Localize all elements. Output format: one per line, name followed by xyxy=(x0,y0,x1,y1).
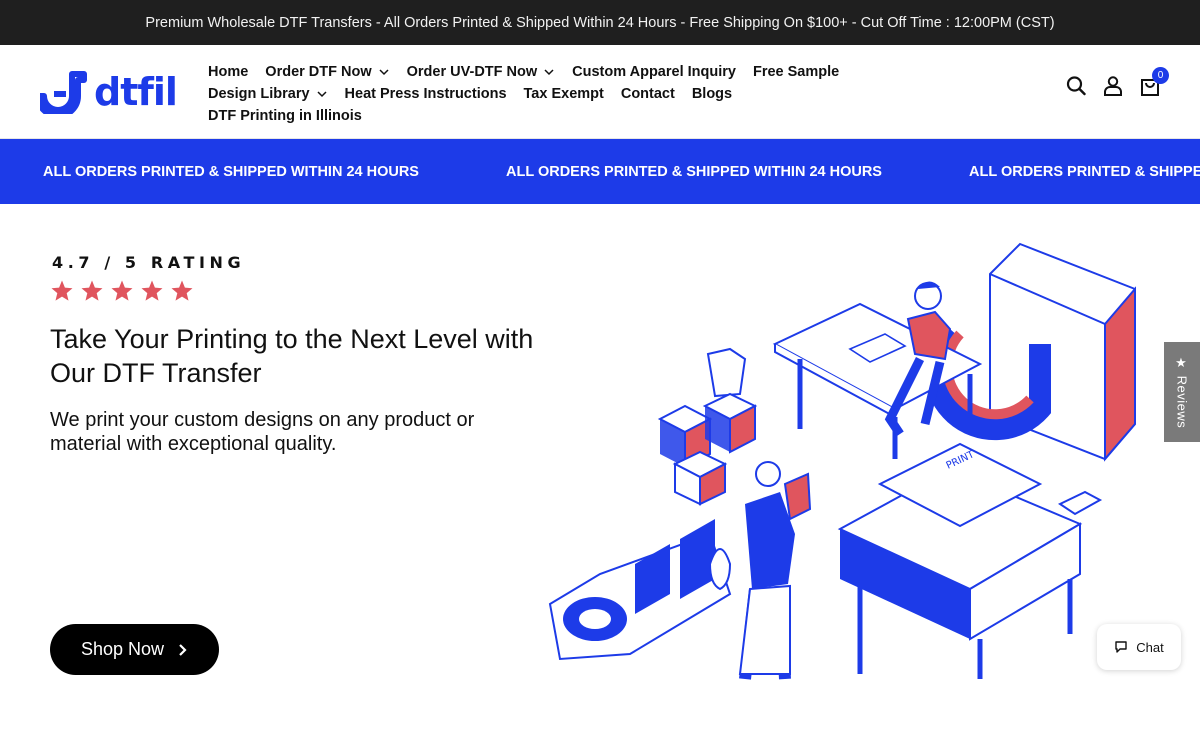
nav-item-home[interactable]: Home xyxy=(208,64,248,80)
shop-now-button[interactable]: Shop Now xyxy=(50,624,219,675)
nav-label: Free Sample xyxy=(752,64,840,80)
marquee-item: ALL ORDERS PRINTED & SHIPPED WITHIN 24 H… xyxy=(969,164,1200,180)
marquee-item: ALL ORDERS PRINTED & SHIPPED WITHIN 24 H… xyxy=(506,164,882,180)
nav-row-1: Home Order DTF Now Order UV-DTF Now Cust… xyxy=(208,61,848,83)
nav-item-custom-apparel[interactable]: Custom Apparel Inquiry xyxy=(572,64,736,80)
nav-item-order-uv-dtf[interactable]: Order UV-DTF Now xyxy=(407,64,556,80)
nav-item-design-library[interactable]: Design Library xyxy=(208,86,328,102)
nav-label: Heat Press Instructions xyxy=(344,86,507,102)
logo-wordmark: dtfil xyxy=(94,70,178,114)
nav-label: Home xyxy=(208,64,249,80)
rating-text: 4.7 / 5 RATING xyxy=(52,253,246,272)
hero-subtitle: We print your custom designs on any prod… xyxy=(50,409,475,455)
chat-label: Chat xyxy=(1136,639,1164,655)
cart-count-badge: 0 xyxy=(1152,67,1169,84)
shop-now-label: Shop Now xyxy=(80,639,165,659)
chevron-down-icon xyxy=(544,69,554,76)
star-icon xyxy=(81,280,103,301)
star-icon xyxy=(111,280,133,301)
cart-button[interactable]: 0 xyxy=(1140,67,1169,97)
nav-item-heat-press[interactable]: Heat Press Instructions xyxy=(345,86,507,102)
announcement-bar: Premium Wholesale DTF Transfers - All Or… xyxy=(0,0,1200,45)
nav-label: Order UV-DTF Now xyxy=(406,64,538,80)
logo[interactable]: dtfil xyxy=(40,70,178,114)
chat-bubble-icon xyxy=(1115,641,1127,653)
nav-label: Design Library xyxy=(208,86,310,102)
header-icons: 0 xyxy=(1066,67,1169,97)
hero-illustration: PRINT xyxy=(548,242,1136,680)
search-button[interactable] xyxy=(1066,75,1086,97)
chevron-right-icon xyxy=(179,643,187,656)
hero-section: 4.7 / 5 RATING Take Your Printing to the… xyxy=(0,204,1200,750)
star-icon xyxy=(141,280,163,301)
nav-label: DTF Printing in Illinois xyxy=(208,108,362,124)
chat-button[interactable]: Chat xyxy=(1097,624,1181,670)
nav-label: Custom Apparel Inquiry xyxy=(572,64,736,80)
hero-title: Take Your Printing to the Next Level wit… xyxy=(50,324,534,388)
account-icon xyxy=(1104,76,1122,96)
account-button[interactable] xyxy=(1103,75,1123,97)
nav-item-tax-exempt[interactable]: Tax Exempt xyxy=(524,86,604,102)
star-icon xyxy=(171,280,193,301)
nav-item-free-sample[interactable]: Free Sample xyxy=(753,64,839,80)
logo-mark-icon xyxy=(40,71,87,114)
nav-item-order-dtf[interactable]: Order DTF Now xyxy=(265,64,389,80)
site-header: dtfil Home Order DTF Now Order UV-DTF No… xyxy=(0,45,1200,139)
nav-item-blogs[interactable]: Blogs xyxy=(692,86,732,102)
nav-label: Blogs xyxy=(691,86,733,102)
search-icon xyxy=(1066,76,1086,96)
nav-label: Tax Exempt xyxy=(523,86,604,102)
standing-person-illustration xyxy=(738,461,812,680)
nav-item-dtf-illinois[interactable]: DTF Printing in Illinois xyxy=(208,108,362,124)
marquee-item: ALL ORDERS PRINTED & SHIPPED WITHIN 24 H… xyxy=(43,164,419,180)
marquee-bar: ALL ORDERS PRINTED & SHIPPED WITHIN 24 H… xyxy=(0,139,1200,204)
nav-row-3: DTF Printing in Illinois xyxy=(208,105,848,127)
star-icon xyxy=(51,280,73,301)
nav-label: Order DTF Now xyxy=(265,64,372,80)
nav-row-2: Design Library Heat Press Instructions T… xyxy=(208,83,848,105)
printer-illustration: PRINT xyxy=(837,442,1103,679)
rating-stars xyxy=(50,279,194,303)
chevron-down-icon xyxy=(379,69,389,76)
dtf-letters-illustration xyxy=(548,519,732,661)
nav-item-contact[interactable]: Contact xyxy=(621,86,675,102)
reviews-side-tab[interactable]: ★ Reviews xyxy=(1164,342,1200,442)
nav-label: Contact xyxy=(620,86,675,102)
announcement-text: Premium Wholesale DTF Transfers - All Or… xyxy=(145,14,1055,31)
main-nav: Home Order DTF Now Order UV-DTF Now Cust… xyxy=(208,61,848,127)
logo-block-illustration xyxy=(923,242,1136,462)
reviews-tab-label: ★ Reviews xyxy=(1174,355,1190,429)
chevron-down-icon xyxy=(317,91,327,98)
boxes-illustration xyxy=(657,347,758,506)
